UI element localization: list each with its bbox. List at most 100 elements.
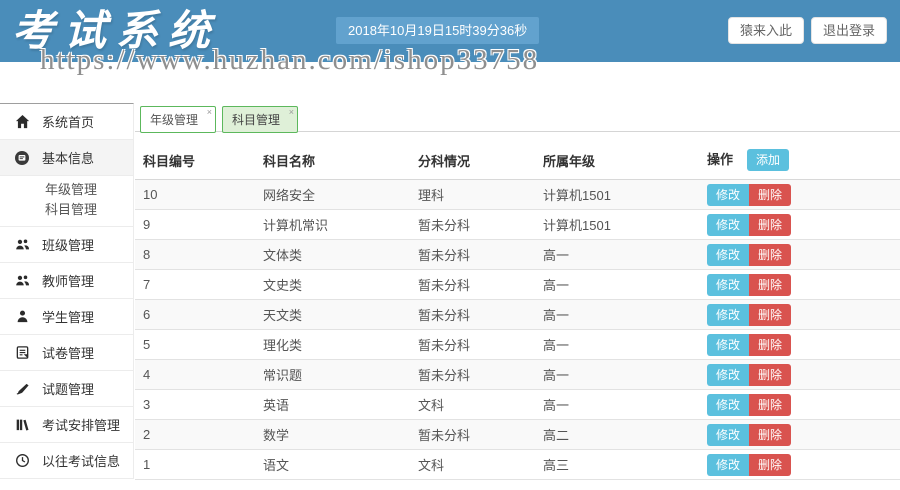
tab-grade-management[interactable]: 年级管理 × (140, 106, 216, 133)
table-row: 10 网络安全 理科 计算机1501 修改删除 (135, 180, 900, 210)
cell-subject-id: 5 (135, 330, 255, 360)
cell-actions: 修改删除 (699, 240, 900, 270)
delete-button[interactable]: 删除 (749, 364, 791, 386)
sidebar-item-teacher-management[interactable]: 教师管理 (0, 263, 133, 299)
cell-actions: 修改删除 (699, 390, 900, 420)
cell-subject-id: 7 (135, 270, 255, 300)
sidebar-item-label: 以往考试信息 (42, 451, 120, 470)
sidebar-item-label: 系统首页 (42, 112, 94, 131)
cell-grade: 高一 (535, 330, 699, 360)
table-row: 9 计算机常识 暂未分科 计算机1501 修改删除 (135, 210, 900, 240)
tabs-bar: 年级管理 × 科目管理 × (135, 106, 900, 132)
cell-actions: 修改删除 (699, 270, 900, 300)
home-icon (14, 114, 30, 130)
cell-division: 文科 (410, 450, 535, 480)
edit-button[interactable]: 修改 (707, 394, 749, 416)
tab-label: 年级管理 (150, 113, 198, 127)
cell-subject-id: 6 (135, 300, 255, 330)
column-header: 科目编号 (135, 141, 255, 180)
sidebar-item-label: 考试安排管理 (42, 415, 120, 434)
cell-division: 暂未分科 (410, 300, 535, 330)
tab-subject-management[interactable]: 科目管理 × (222, 106, 298, 133)
sidebar-item-label: 班级管理 (42, 235, 94, 254)
cell-actions: 修改删除 (699, 180, 900, 210)
delete-button[interactable]: 删除 (749, 334, 791, 356)
sidebar-submenu: 年级管理科目管理 (0, 176, 133, 227)
table-header: 科目编号科目名称分科情况所属年级 操作添加 (135, 141, 900, 180)
delete-button[interactable]: 删除 (749, 214, 791, 236)
teacher-group-icon (14, 273, 30, 289)
sidebar-item-label: 试卷管理 (42, 343, 94, 362)
sidebar-subitem-subject-management[interactable]: 科目管理 (0, 200, 133, 220)
delete-button[interactable]: 删除 (749, 184, 791, 206)
edit-button[interactable]: 修改 (707, 184, 749, 206)
add-button[interactable]: 添加 (747, 149, 789, 171)
edit-button[interactable]: 修改 (707, 304, 749, 326)
edit-button[interactable]: 修改 (707, 214, 749, 236)
cell-division: 暂未分科 (410, 330, 535, 360)
cell-subject-name: 计算机常识 (255, 210, 410, 240)
column-header-actions: 操作添加 (699, 141, 900, 180)
column-header: 分科情况 (410, 141, 535, 180)
tab-close-icon[interactable]: × (207, 107, 212, 117)
cell-grade: 高三 (535, 450, 699, 480)
edit-button[interactable]: 修改 (707, 364, 749, 386)
cell-subject-name: 常识题 (255, 360, 410, 390)
info-circle-icon (14, 150, 30, 166)
class-group-icon (14, 237, 30, 253)
edit-button[interactable]: 修改 (707, 454, 749, 476)
sidebar-subitem-grade-management[interactable]: 年级管理 (0, 180, 133, 200)
sidebar-item-label: 教师管理 (42, 271, 94, 290)
cell-grade: 高一 (535, 360, 699, 390)
promo-button[interactable]: 猿来入此 (728, 17, 804, 44)
sidebar-item-class-management[interactable]: 班级管理 (0, 227, 133, 263)
edit-button[interactable]: 修改 (707, 334, 749, 356)
sidebar-item-student-management[interactable]: 学生管理 (0, 299, 133, 335)
schedule-books-icon (14, 417, 30, 433)
cell-subject-id: 1 (135, 450, 255, 480)
table-row: 6 天文类 暂未分科 高一 修改删除 (135, 300, 900, 330)
cell-subject-id: 3 (135, 390, 255, 420)
cell-division: 暂未分科 (410, 210, 535, 240)
cell-subject-name: 数学 (255, 420, 410, 450)
sidebar-nav: 系统首页 基本信息 年级管理科目管理 班级管理 教师管理 学生管理 试卷管理 试… (0, 103, 134, 479)
cell-grade: 计算机1501 (535, 180, 699, 210)
cell-subject-name: 文体类 (255, 240, 410, 270)
sidebar-item-basic-info[interactable]: 基本信息 (0, 140, 133, 176)
delete-button[interactable]: 删除 (749, 454, 791, 476)
cell-actions: 修改删除 (699, 420, 900, 450)
cell-subject-id: 8 (135, 240, 255, 270)
sidebar-item-exam-paper-management[interactable]: 试卷管理 (0, 335, 133, 371)
cell-subject-name: 网络安全 (255, 180, 410, 210)
logout-button[interactable]: 退出登录 (811, 17, 887, 44)
delete-button[interactable]: 删除 (749, 244, 791, 266)
edit-button[interactable]: 修改 (707, 274, 749, 296)
sidebar-item-exam-schedule-management[interactable]: 考试安排管理 (0, 407, 133, 443)
delete-button[interactable]: 删除 (749, 274, 791, 296)
sidebar-item-home[interactable]: 系统首页 (0, 104, 133, 140)
cell-division: 理科 (410, 180, 535, 210)
edit-button[interactable]: 修改 (707, 244, 749, 266)
sidebar-item-label: 试题管理 (42, 379, 94, 398)
sidebar-item-label: 学生管理 (42, 307, 94, 326)
cell-subject-id: 9 (135, 210, 255, 240)
tab-close-icon[interactable]: × (289, 107, 294, 117)
question-edit-icon (14, 381, 30, 397)
sidebar-item-label: 基本信息 (42, 148, 94, 167)
cell-subject-name: 天文类 (255, 300, 410, 330)
delete-button[interactable]: 删除 (749, 394, 791, 416)
table-row: 1 语文 文科 高三 修改删除 (135, 450, 900, 480)
student-person-icon (14, 309, 30, 325)
column-header-label: 操作 (707, 152, 733, 167)
cell-subject-name: 英语 (255, 390, 410, 420)
table-row: 7 文史类 暂未分科 高一 修改删除 (135, 270, 900, 300)
delete-button[interactable]: 删除 (749, 304, 791, 326)
sidebar-item-question-management[interactable]: 试题管理 (0, 371, 133, 407)
sidebar-item-past-exam-info[interactable]: 以往考试信息 (0, 443, 133, 479)
table-row: 3 英语 文科 高一 修改删除 (135, 390, 900, 420)
cell-grade: 高一 (535, 240, 699, 270)
delete-button[interactable]: 删除 (749, 424, 791, 446)
page: 考试系统 2018年10月19日15时39分36秒 猿来入此退出登录 https… (0, 0, 900, 490)
cell-actions: 修改删除 (699, 210, 900, 240)
edit-button[interactable]: 修改 (707, 424, 749, 446)
